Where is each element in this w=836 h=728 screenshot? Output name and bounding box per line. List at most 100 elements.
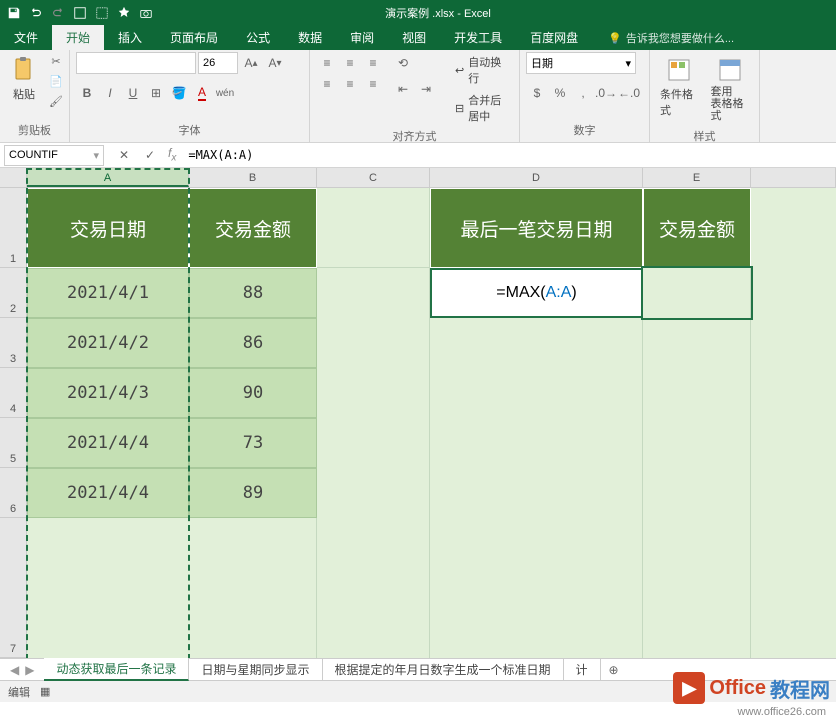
table-format-button[interactable]: 套用 表格格式 — [707, 52, 754, 126]
col-header-E[interactable]: E — [643, 168, 751, 187]
italic-button[interactable]: I — [99, 82, 121, 104]
cell-B2[interactable]: 88 — [189, 268, 317, 318]
format-painter-button[interactable]: 🖌 — [46, 92, 66, 110]
macro-record-icon[interactable]: ▦ — [40, 685, 50, 698]
redo-icon[interactable] — [48, 3, 68, 23]
align-center[interactable]: ≡ — [339, 73, 361, 95]
increase-decimal[interactable]: .0→ — [595, 82, 617, 104]
col-header-A[interactable]: A — [27, 168, 189, 187]
increase-indent[interactable]: ⇥ — [415, 78, 437, 100]
cell-A2[interactable]: 2021/4/1 — [27, 268, 189, 318]
new-sheet-button[interactable]: ⊕ — [601, 663, 627, 677]
merge-center-button[interactable]: ⊟合并后居中 — [451, 90, 513, 126]
font-size-input[interactable] — [198, 52, 238, 74]
decrease-font-button[interactable]: A▾ — [264, 52, 286, 74]
align-right[interactable]: ≡ — [362, 73, 384, 95]
row-header-3[interactable]: 3 — [0, 318, 27, 368]
sheet-next-icon[interactable]: ▶ — [25, 663, 34, 677]
cell-E-range[interactable] — [643, 268, 751, 658]
tab-baidu[interactable]: 百度网盘 — [516, 25, 592, 50]
group-alignment: ≡ ≡ ≡ ≡ ≡ ≡ ⟲ ⇤ ⇥ ↩自动换行 ⊟合并后居中 对齐方式 — [310, 50, 520, 142]
formula-input[interactable] — [182, 145, 836, 166]
cell-B6[interactable]: 89 — [189, 468, 317, 518]
undo-icon[interactable] — [26, 3, 46, 23]
decrease-decimal[interactable]: ←.0 — [618, 82, 640, 104]
row-header-4[interactable]: 4 — [0, 368, 27, 418]
star-icon[interactable] — [114, 3, 134, 23]
font-color-button[interactable]: A — [191, 82, 213, 104]
sheet-tab-3[interactable]: 根据提定的年月日数字生成一个标准日期 — [323, 659, 564, 680]
cut-button[interactable]: ✂ — [46, 52, 66, 70]
cell-D2-editing[interactable]: =MAX(A:A) — [430, 268, 643, 318]
tell-me[interactable]: 💡 告诉我您想要做什么... — [600, 26, 742, 50]
currency-button[interactable]: $ — [526, 82, 548, 104]
wrap-text-button[interactable]: ↩自动换行 — [451, 52, 513, 88]
increase-font-button[interactable]: A▴ — [240, 52, 262, 74]
sheet-prev-icon[interactable]: ◀ — [10, 663, 19, 677]
align-left[interactable]: ≡ — [316, 73, 338, 95]
tab-review[interactable]: 审阅 — [336, 25, 388, 50]
select-all-corner[interactable] — [0, 168, 27, 187]
tab-view[interactable]: 视图 — [388, 25, 440, 50]
comma-button[interactable]: , — [572, 82, 594, 104]
cell-D-range[interactable] — [430, 318, 643, 658]
cell-D1[interactable]: 最后一笔交易日期 — [430, 188, 643, 268]
paste-button[interactable]: 粘贴 — [6, 52, 42, 106]
borders-icon[interactable] — [92, 3, 112, 23]
tab-home[interactable]: 开始 — [52, 25, 104, 50]
borders-button[interactable]: ⊞ — [145, 82, 167, 104]
cell-A4[interactable]: 2021/4/3 — [27, 368, 189, 418]
cell-C1[interactable] — [317, 188, 430, 268]
row-header-1[interactable]: 1 — [0, 188, 27, 268]
percent-button[interactable]: % — [549, 82, 571, 104]
cancel-formula-button[interactable]: ✕ — [112, 145, 136, 165]
orientation-button[interactable]: ⟲ — [392, 52, 414, 74]
align-top[interactable]: ≡ — [316, 52, 338, 74]
cell-E1[interactable]: 交易金额 — [643, 188, 751, 268]
tab-dev[interactable]: 开发工具 — [440, 25, 516, 50]
sheet-tab-2[interactable]: 日期与星期同步显示 — [189, 659, 322, 680]
cell-C-range[interactable] — [317, 268, 430, 658]
align-middle[interactable]: ≡ — [339, 52, 361, 74]
tab-file[interactable]: 文件 — [0, 25, 52, 50]
cell-B3[interactable]: 86 — [189, 318, 317, 368]
camera-icon[interactable] — [136, 3, 156, 23]
fill-color-button[interactable]: 🪣 — [168, 82, 190, 104]
cell-A1[interactable]: 交易日期 — [27, 188, 189, 268]
enter-formula-button[interactable]: ✓ — [138, 145, 162, 165]
underline-button[interactable]: U — [122, 82, 144, 104]
tab-insert[interactable]: 插入 — [104, 25, 156, 50]
decrease-indent[interactable]: ⇤ — [392, 78, 414, 100]
cell-A6[interactable]: 2021/4/4 — [27, 468, 189, 518]
row-header-7[interactable]: 7 — [0, 518, 27, 658]
row-header-6[interactable]: 6 — [0, 468, 27, 518]
row-header-2[interactable]: 2 — [0, 268, 27, 318]
number-format-combo[interactable]: 日期▾ — [526, 52, 636, 74]
conditional-format-button[interactable]: 条件格式 — [656, 52, 703, 122]
bold-button[interactable]: B — [76, 82, 98, 104]
sheet-tab-4[interactable]: 计 — [564, 659, 601, 680]
align-bottom[interactable]: ≡ — [362, 52, 384, 74]
cell-B1[interactable]: 交易金额 — [189, 188, 317, 268]
col-header-blank[interactable] — [751, 168, 836, 187]
sheet-tab-1[interactable]: 动态获取最后一条记录 — [44, 658, 189, 681]
row-header-5[interactable]: 5 — [0, 418, 27, 468]
tab-formula[interactable]: 公式 — [232, 25, 284, 50]
cell-A5[interactable]: 2021/4/4 — [27, 418, 189, 468]
fx-icon[interactable]: fx — [166, 146, 182, 163]
save-icon[interactable] — [4, 3, 24, 23]
cell-row7[interactable] — [27, 518, 317, 658]
tab-layout[interactable]: 页面布局 — [156, 25, 232, 50]
cell-B5[interactable]: 73 — [189, 418, 317, 468]
print-preview-icon[interactable] — [70, 3, 90, 23]
phonetic-button[interactable]: wén — [214, 82, 236, 104]
tab-data[interactable]: 数据 — [284, 25, 336, 50]
cell-B4[interactable]: 90 — [189, 368, 317, 418]
cell-A3[interactable]: 2021/4/2 — [27, 318, 189, 368]
col-header-C[interactable]: C — [317, 168, 430, 187]
col-header-D[interactable]: D — [430, 168, 643, 187]
name-box[interactable]: COUNTIF▾ — [4, 145, 104, 166]
col-header-B[interactable]: B — [189, 168, 317, 187]
copy-button[interactable]: 📄 — [46, 72, 66, 90]
font-name-input[interactable] — [76, 52, 196, 74]
